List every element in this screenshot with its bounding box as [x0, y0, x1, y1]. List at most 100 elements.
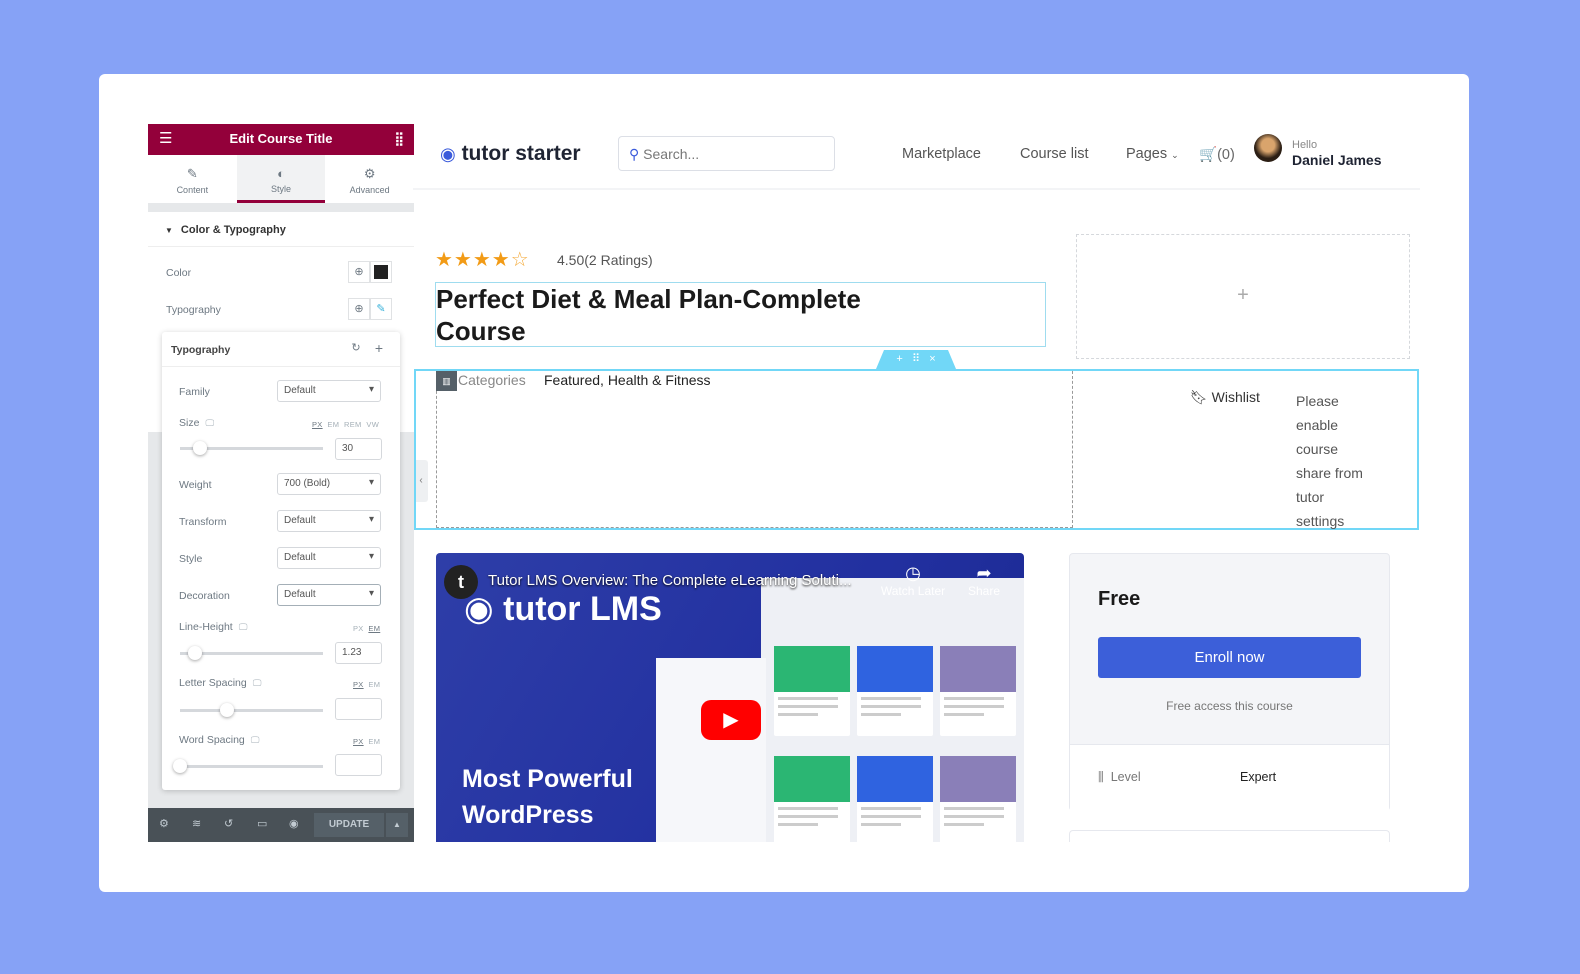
letter-spacing-slider[interactable]	[180, 703, 323, 717]
line-height-label: Line-Height 🖵	[179, 621, 248, 633]
video-thumbnail-card	[774, 646, 850, 736]
close-icon: ×	[929, 353, 936, 365]
rating-text: 4.50(2 Ratings)	[557, 252, 653, 268]
desktop-icon[interactable]: 🖵	[253, 678, 262, 688]
history-icon[interactable]: ↺	[224, 817, 233, 830]
line-height-slider[interactable]	[180, 646, 323, 660]
video-thumbnail-card	[857, 756, 933, 842]
line-height-units[interactable]: PX EM	[353, 624, 380, 633]
add-icon: +	[896, 353, 903, 365]
clock-icon: ◷	[905, 563, 921, 583]
apps-grid-icon[interactable]: ⣿	[394, 124, 404, 153]
share-button[interactable]: ➦ Share	[961, 563, 1007, 598]
panel-header: ☰ Edit Course Title ⣿	[148, 124, 414, 155]
search-input[interactable]: ⚲ Search...	[618, 136, 835, 171]
update-button[interactable]: UPDATE	[314, 813, 384, 837]
line-height-input[interactable]: 1.23	[335, 642, 382, 664]
tab-content[interactable]: ✎ Content	[148, 155, 237, 203]
level-bars-icon: ⫼	[1098, 770, 1104, 784]
video-embed[interactable]: t Tutor LMS Overview: The Complete eLear…	[436, 553, 1024, 842]
search-icon: ⚲	[629, 146, 640, 162]
weight-label: Weight	[179, 479, 212, 491]
style-select[interactable]: Default	[277, 547, 381, 569]
settings-icon[interactable]: ⚙	[159, 817, 169, 830]
categories-label: Categories	[458, 372, 526, 388]
nav-course-list[interactable]: Course list	[1020, 146, 1089, 162]
owl-logo-icon: ◉	[440, 144, 456, 164]
word-spacing-units[interactable]: PX EM	[353, 737, 380, 746]
star-rating: ★★★★☆	[435, 247, 530, 272]
user-name[interactable]: Daniel James	[1292, 152, 1382, 168]
enroll-now-button[interactable]: Enroll now	[1098, 637, 1361, 678]
typography-label: Typography	[166, 304, 221, 316]
price: Free	[1098, 588, 1141, 610]
categories-links[interactable]: Featured, Health & Fitness	[544, 372, 711, 388]
style-label: Style	[179, 553, 203, 565]
cart-button[interactable]: 🛒(0)	[1199, 146, 1235, 163]
video-title[interactable]: Tutor LMS Overview: The Complete eLearni…	[488, 572, 852, 589]
layers-icon[interactable]: ≋	[192, 817, 201, 830]
size-slider[interactable]	[180, 441, 323, 455]
video-thumbnail-card	[940, 646, 1016, 736]
nav-marketplace[interactable]: Marketplace	[902, 146, 981, 162]
pencil-icon: ✎	[186, 166, 198, 181]
section-handle[interactable]: + ⠿ ×	[876, 350, 956, 369]
decoration-label: Decoration	[179, 590, 230, 602]
video-thumbnail-card	[857, 646, 933, 736]
preview-eye-icon[interactable]: ◉	[289, 817, 299, 830]
panel-footer: ⚙ ≋ ↺ ▭ ◉ UPDATE ▲	[148, 808, 414, 842]
add-widget-placeholder[interactable]: +	[1076, 234, 1410, 359]
desktop-icon[interactable]: 🖵	[251, 735, 260, 745]
weight-select[interactable]: 700 (Bold)	[277, 473, 381, 495]
transform-label: Transform	[179, 516, 227, 528]
global-icon[interactable]: ⊕	[348, 298, 370, 320]
tutor-logo-icon: ◉	[464, 590, 494, 628]
level-label: ⫼ Level	[1098, 770, 1141, 784]
decoration-select[interactable]: Default	[277, 584, 381, 606]
transform-select[interactable]: Default	[277, 510, 381, 532]
size-label: Size 🖵	[179, 417, 215, 429]
letter-spacing-label: Letter Spacing 🖵	[179, 677, 262, 689]
desktop-icon[interactable]: 🖵	[205, 418, 214, 428]
menu-icon[interactable]: ☰	[159, 124, 172, 153]
add-icon[interactable]: +	[368, 338, 390, 360]
star-icon: ★★★★	[435, 249, 511, 271]
word-spacing-slider[interactable]	[173, 759, 323, 773]
play-button-icon[interactable]: ▶	[701, 700, 761, 740]
reset-icon[interactable]: ↻	[345, 338, 367, 360]
column-handle-icon[interactable]: ▥	[436, 371, 457, 391]
nav-pages[interactable]: Pages ⌄	[1126, 146, 1179, 162]
desktop-icon[interactable]: 🖵	[239, 622, 248, 632]
size-units[interactable]: PX EM REM VW	[312, 420, 379, 429]
watch-later-button[interactable]: ◷ Watch Later	[878, 563, 948, 598]
responsive-icon[interactable]: ▭	[257, 817, 267, 830]
tab-style[interactable]: ◐ Style	[236, 155, 326, 203]
pricing-card: Free Enroll now Free access this course …	[1069, 553, 1390, 811]
video-brand: ◉ tutor LMS	[464, 590, 662, 628]
tab-advanced[interactable]: ⚙ Advanced	[325, 155, 414, 203]
size-input[interactable]: 30	[335, 438, 382, 460]
letter-spacing-input[interactable]	[335, 698, 382, 720]
word-spacing-input[interactable]	[335, 754, 382, 776]
word-spacing-label: Word Spacing 🖵	[179, 734, 260, 746]
color-label: Color	[166, 267, 192, 279]
drag-handle-icon: ⠿	[911, 353, 921, 365]
update-options-caret-icon[interactable]: ▲	[386, 813, 408, 837]
wishlist-button[interactable]: 🔖︎ Wishlist	[1190, 389, 1260, 406]
section-color-typography[interactable]: ▼ Color & Typography	[165, 224, 286, 236]
site-logo[interactable]: ◉ tutor starter	[440, 142, 581, 166]
global-icon[interactable]: ⊕	[348, 261, 370, 283]
caret-down-icon: ▼	[165, 226, 173, 235]
half-star-icon: ☆	[510, 249, 530, 271]
edit-pencil-icon[interactable]: ✎	[370, 298, 392, 320]
family-label: Family	[179, 386, 210, 398]
avatar[interactable]	[1254, 134, 1282, 162]
family-select[interactable]: Default	[277, 380, 381, 402]
popover-title: Typography	[171, 344, 231, 356]
color-swatch[interactable]	[370, 261, 392, 283]
course-title: Perfect Diet & Meal Plan-Complete Course	[436, 284, 861, 346]
letter-spacing-units[interactable]: PX EM	[353, 680, 380, 689]
access-note: Free access this course	[1166, 699, 1293, 713]
course-title-widget[interactable]: Perfect Diet & Meal Plan-Complete Course	[435, 282, 1046, 347]
video-thumbnail-card	[940, 756, 1016, 842]
